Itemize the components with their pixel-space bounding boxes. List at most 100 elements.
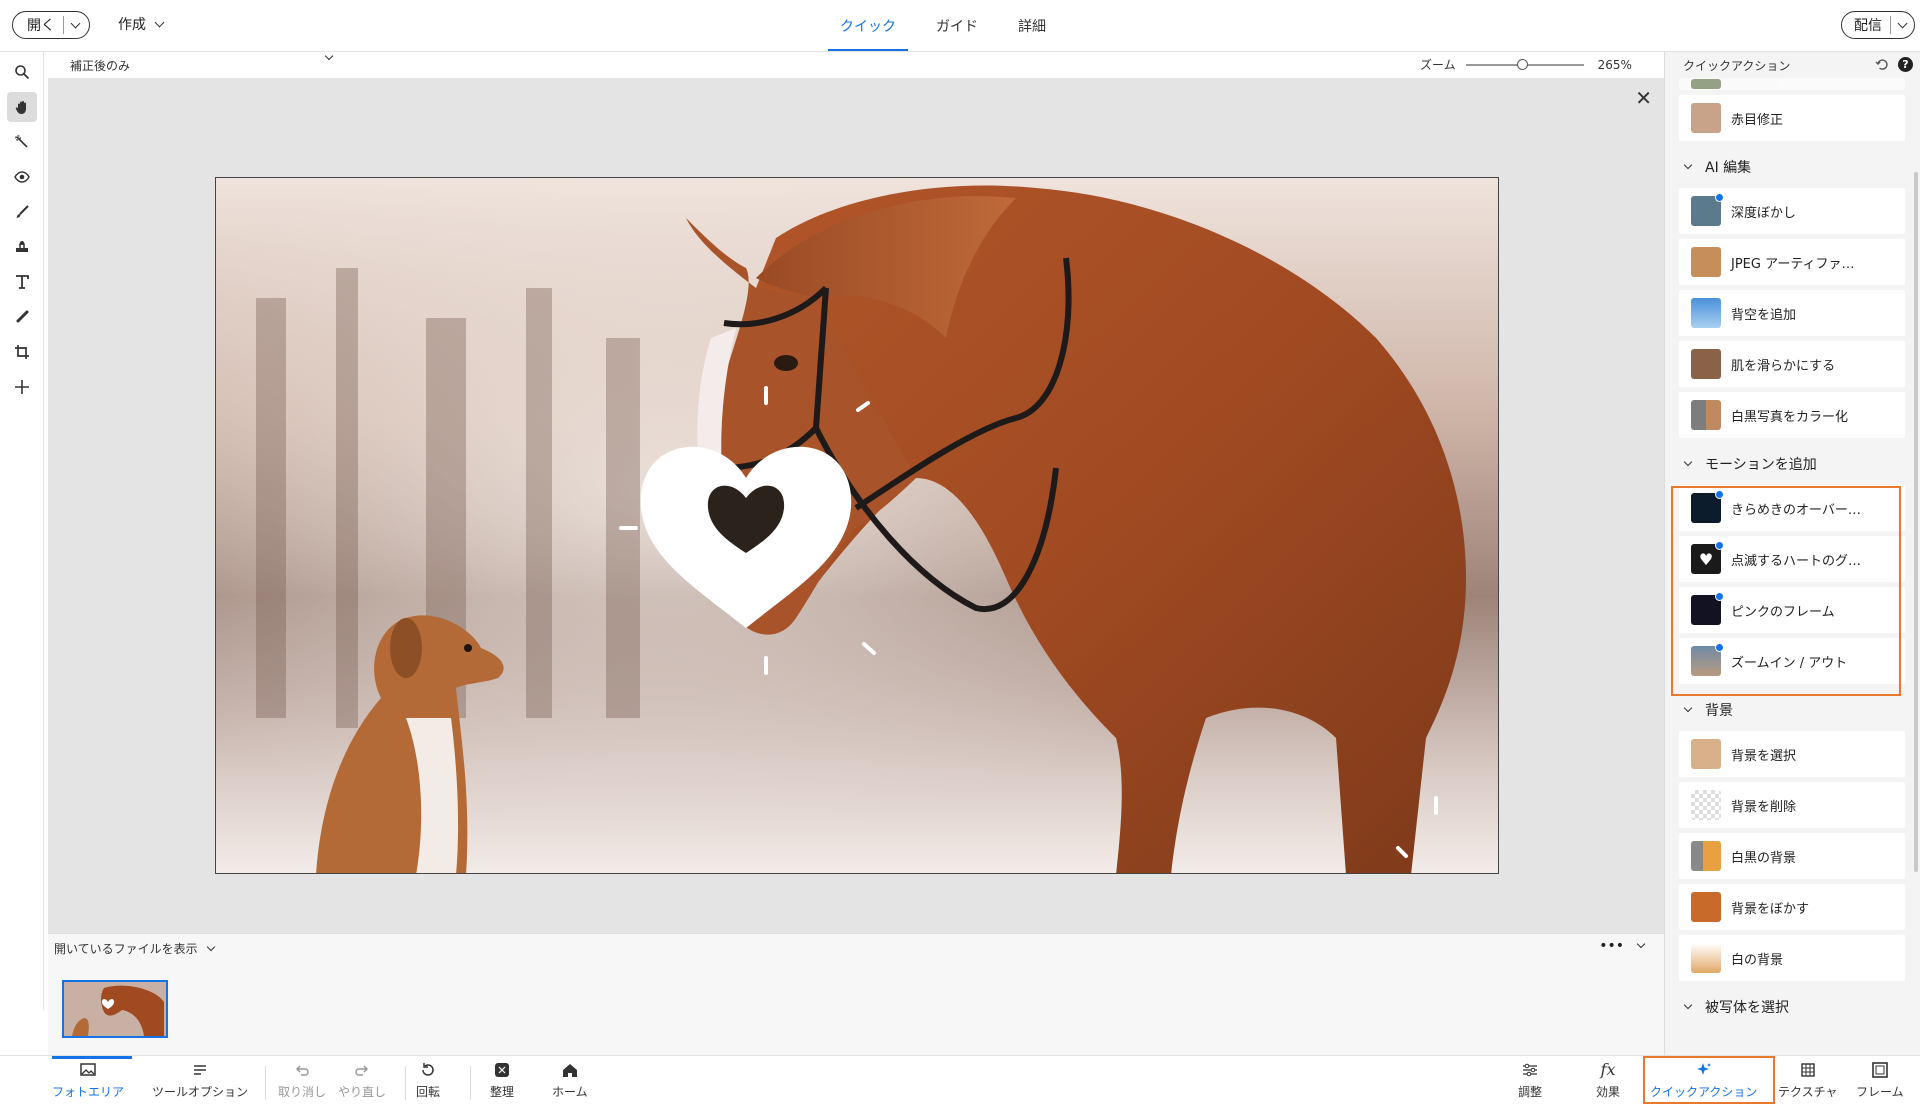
quick-actions-label: クイックアクション xyxy=(1650,1085,1758,1099)
quick-action-add-sky[interactable]: 背空を追加 xyxy=(1679,290,1905,336)
chevron-down-icon xyxy=(154,17,165,27)
share-button[interactable]: 配信 xyxy=(1841,11,1915,39)
quick-action-red-eye[interactable]: 赤目修正 xyxy=(1679,95,1905,141)
textures-button[interactable]: テクスチャ xyxy=(1778,1061,1838,1100)
healing-brush-icon xyxy=(16,310,29,323)
tool-options-button[interactable]: ツールオプション xyxy=(152,1061,248,1100)
rotate-button[interactable]: 回転 xyxy=(416,1061,440,1100)
canvas-area[interactable]: ✕ xyxy=(48,78,1664,933)
home-button[interactable]: ホーム xyxy=(552,1061,588,1100)
text-tool[interactable] xyxy=(7,267,37,297)
textures-label: テクスチャ xyxy=(1778,1085,1838,1099)
section-label: 背景 xyxy=(1705,703,1733,719)
section-label: AI 編集 xyxy=(1705,160,1752,176)
section-select-subject[interactable]: 被写体を選択 xyxy=(1679,986,1905,1028)
bw-bg-icon xyxy=(1691,841,1721,871)
frames-button[interactable]: フレーム xyxy=(1856,1061,1904,1100)
quick-action-smooth-skin[interactable]: 肌を滑らかにする xyxy=(1679,341,1905,387)
section-add-motion[interactable]: モーションを追加 xyxy=(1679,443,1905,485)
quick-action-label: 深度ぼかし xyxy=(1731,205,1797,221)
close-icon[interactable]: ✕ xyxy=(1635,86,1652,110)
eye-icon xyxy=(14,171,30,183)
quick-action-white-background[interactable]: 白の背景 xyxy=(1679,935,1905,981)
undo-icon xyxy=(295,1065,309,1076)
frames-label: フレーム xyxy=(1856,1085,1904,1099)
home-label: ホーム xyxy=(552,1085,588,1099)
partial-thumbnail-icon xyxy=(1691,79,1721,89)
stamp-icon xyxy=(16,241,28,252)
plus-move-icon xyxy=(15,380,29,394)
adjustments-icon xyxy=(1523,1063,1537,1077)
tab-guided[interactable]: ガイド xyxy=(916,0,998,52)
chevron-down-icon xyxy=(324,51,334,61)
quick-action-jpeg-artifacts[interactable]: JPEG アーティファ… xyxy=(1679,239,1905,285)
crop-icon xyxy=(15,345,29,359)
open-label: 開く xyxy=(27,18,55,34)
chevron-down-icon xyxy=(1683,1000,1693,1010)
adjustments-button[interactable]: 調整 xyxy=(1518,1061,1542,1100)
tab-expert[interactable]: 詳細 xyxy=(998,0,1066,52)
top-bar: 開く 作成 クイック ガイド 詳細 配信 xyxy=(0,0,1920,52)
zoom-slider-knob[interactable] xyxy=(1517,58,1529,70)
zoom-value: 265% xyxy=(1597,57,1632,72)
open-file-thumbnail[interactable] xyxy=(62,980,168,1038)
photo-area-button[interactable]: フォトエリア xyxy=(52,1061,124,1100)
undo-button[interactable]: 取り消し xyxy=(278,1061,326,1100)
organizer-button[interactable]: 整理 xyxy=(490,1061,514,1100)
quick-action-depth-blur[interactable]: 深度ぼかし xyxy=(1679,188,1905,234)
show-open-files-dropdown[interactable]: 開いているファイルを表示 xyxy=(54,940,215,957)
zoom-tool[interactable] xyxy=(7,57,37,87)
quick-action-select-background[interactable]: 背景を選択 xyxy=(1679,731,1905,777)
quick-action-label: 赤目修正 xyxy=(1731,112,1784,128)
photo-bin-options[interactable]: ••• xyxy=(1599,938,1646,954)
quick-action-colorize[interactable]: 白黒写真をカラー化 xyxy=(1679,392,1905,438)
quick-selection-tool[interactable] xyxy=(7,127,37,157)
spot-healing-tool[interactable] xyxy=(7,302,37,332)
mode-tabs: クイック ガイド 詳細 xyxy=(820,0,1066,52)
rotate-label: 回転 xyxy=(416,1085,441,1099)
move-tool[interactable] xyxy=(7,372,37,402)
create-menu[interactable]: 作成 xyxy=(118,14,165,34)
quick-action-blur-background[interactable]: 背景をぼかす xyxy=(1679,884,1905,930)
effects-button[interactable]: fx 効果 xyxy=(1596,1061,1620,1100)
crop-tool[interactable] xyxy=(7,337,37,367)
quick-select-icon xyxy=(15,135,28,148)
quick-action-label: 白の背景 xyxy=(1731,952,1784,968)
divider xyxy=(265,1066,266,1100)
select-bg-icon xyxy=(1691,739,1721,769)
view-select[interactable]: 補正後のみ xyxy=(70,51,334,74)
redo-button[interactable]: やり直し xyxy=(338,1061,386,1100)
section-ai-edit[interactable]: AI 編集 xyxy=(1679,146,1905,188)
blur-bg-icon xyxy=(1691,892,1721,922)
section-label: モーションを追加 xyxy=(1705,457,1817,473)
panel-title: クイックアクション xyxy=(1683,58,1791,73)
quick-action-bw-background[interactable]: 白黒の背景 xyxy=(1679,833,1905,879)
document-image[interactable] xyxy=(215,177,1499,874)
text-icon xyxy=(16,275,29,289)
view-select-value: 補正後のみ xyxy=(70,59,131,73)
eye-tool[interactable] xyxy=(7,162,37,192)
open-button[interactable]: 開く xyxy=(12,11,90,39)
tab-quick[interactable]: クイック xyxy=(820,0,916,52)
chevron-down-icon xyxy=(1636,939,1646,949)
help-icon[interactable]: ? xyxy=(1898,57,1913,72)
quick-action-label: 背景をぼかす xyxy=(1731,901,1810,917)
colorize-icon xyxy=(1691,400,1721,430)
quick-action-label: 白黒の背景 xyxy=(1731,850,1797,866)
quick-actions-button[interactable]: クイックアクション xyxy=(1650,1061,1757,1100)
chevron-down-icon xyxy=(206,942,215,951)
type-mask-tool[interactable] xyxy=(7,232,37,262)
redo-icon xyxy=(355,1065,369,1076)
quick-action-label: 背空を追加 xyxy=(1731,307,1797,323)
brush-icon xyxy=(16,205,29,218)
hand-tool[interactable] xyxy=(7,92,37,122)
whiten-teeth-tool[interactable] xyxy=(7,197,37,227)
quick-action-item[interactable] xyxy=(1679,78,1905,90)
reset-icon[interactable] xyxy=(1874,57,1890,73)
quick-action-remove-background[interactable]: 背景を削除 xyxy=(1679,782,1905,828)
panel-scrollbar[interactable] xyxy=(1914,172,1918,872)
divider xyxy=(405,1066,406,1100)
zoom-slider[interactable] xyxy=(1465,58,1584,70)
zoom-label: ズーム xyxy=(1420,58,1456,72)
quick-action-label: 白黒写真をカラー化 xyxy=(1731,409,1849,425)
